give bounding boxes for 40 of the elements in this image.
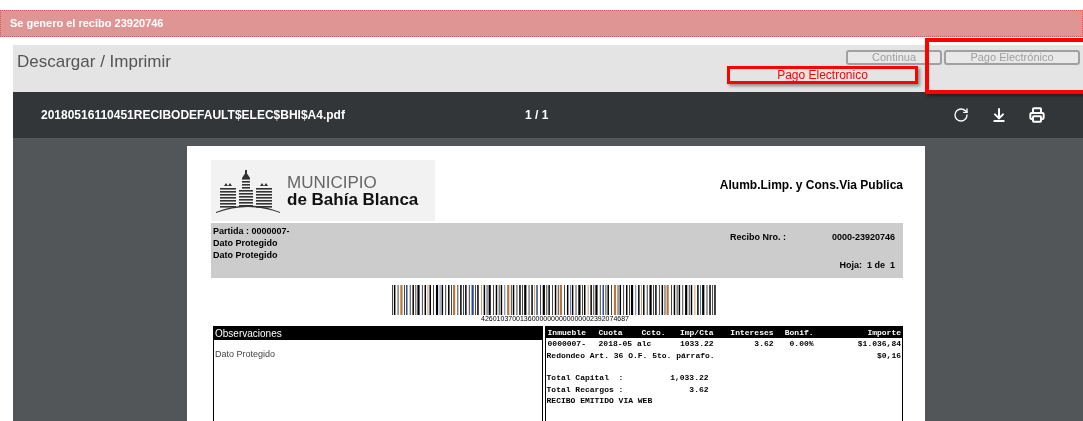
table-cell-text: 3.62 [753,338,774,350]
rotate-icon[interactable] [953,107,969,123]
column-header: Importe [867,327,901,338]
recibo-number: 0000-23920746 [831,231,895,244]
page-info: Hoja: 1 de 1 [839,258,895,272]
column-header: Cuota [598,327,623,338]
file-name: 20180516110451RECIBODEFAULT$ELEC$BHI$A4.pdf [41,107,346,124]
total-label: Total Recargos : [546,384,625,396]
building-logo-icon [215,167,281,214]
info-text: Dato Protegido [213,237,279,249]
recibo-label: Recibo Nro. : [729,231,786,244]
print-icon[interactable] [1029,107,1045,123]
info-text: Dato Protegido [213,249,279,261]
rounding-text: Redondeo Art. 36 O.F. 5to. párrafo. [546,350,715,362]
document-title: Alumb.Limp. y Cons.Via Publica [719,177,903,194]
logo-line: de Bahía Blanca [287,190,419,208]
column-header: Ccto. [641,327,666,338]
logo-line: MUNICIPIO [287,173,378,191]
observations-text: Dato Protegido [214,349,276,359]
table-cell: $1.036,84 [857,338,901,350]
panel-title: Descargar / Imprimir [17,51,171,73]
table-cell-text: 1033.22 [678,338,714,350]
notification-text: Se genero el recibo 23920746 [10,16,164,32]
table-cell: 2018-05 alc [598,338,652,350]
observations-header: Observaciones [214,327,542,340]
total-label: Total Capital : [546,372,625,384]
total-value: 1,033.22 [669,372,709,384]
annotation-label: Pago Electronico [727,66,918,84]
footer-text: RECIBO EMITIDO VIA WEB [545,396,654,406]
info-text: Partida : 0000007- [213,225,290,237]
column-header: Intereses [729,327,774,338]
total-value: 3.62 [688,384,709,396]
column-header: Imp/Cta [678,327,714,338]
column-header: Bonif. [783,327,814,338]
page-counter: 1 / 1 [525,107,549,124]
column-header: Inmueble [547,327,586,338]
download-icon[interactable] [991,107,1007,123]
table-cell-text: 0.00% [788,338,814,350]
table-cell: 0000007- [547,338,586,350]
rounding-amount: $0,16 [877,350,901,362]
